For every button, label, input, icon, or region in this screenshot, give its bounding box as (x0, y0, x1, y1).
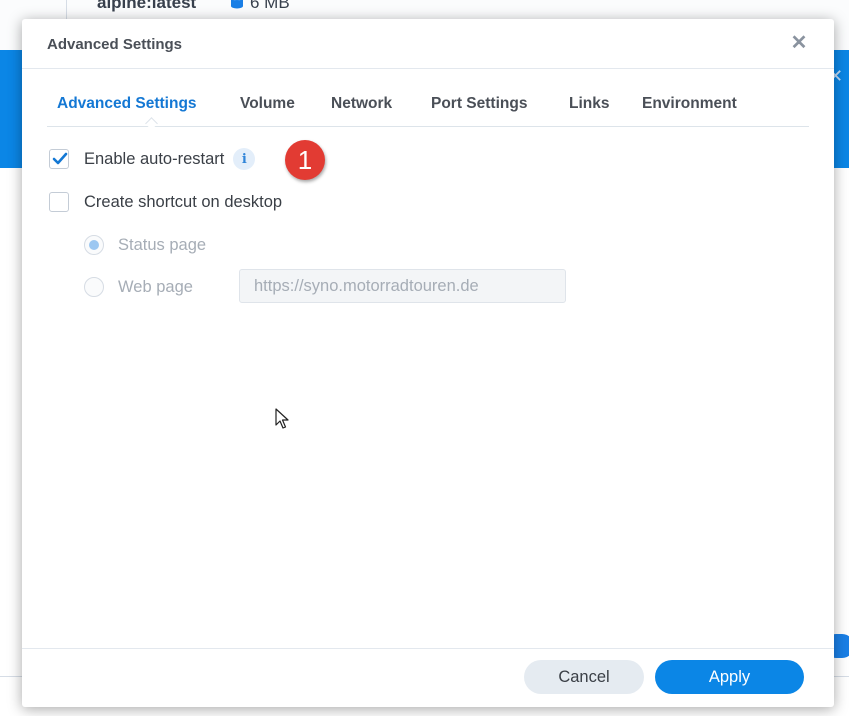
background-image-name: alpine:latest (97, 0, 197, 12)
tab-environment[interactable]: Environment (642, 95, 737, 113)
tab-network[interactable]: Network (331, 95, 392, 113)
checkmark-icon (52, 152, 68, 165)
advanced-settings-dialog: Advanced Settings ✕ Advanced Settings Vo… (22, 19, 834, 707)
auto-restart-option: Enable auto-restart i (49, 147, 256, 171)
apply-button[interactable]: Apply (655, 660, 804, 694)
desktop-shortcut-label[interactable]: Create shortcut on desktop (84, 193, 282, 212)
web-page-option: Web page (84, 275, 193, 299)
auto-restart-checkbox[interactable] (49, 149, 69, 169)
auto-restart-label[interactable]: Enable auto-restart (84, 150, 224, 169)
web-page-radio[interactable] (84, 277, 104, 297)
tab-bar: Advanced Settings Volume Network Port Se… (47, 92, 809, 130)
dialog-title: Advanced Settings (47, 36, 183, 53)
web-page-url-input[interactable] (239, 269, 566, 303)
desktop-shortcut-option: Create shortcut on desktop (49, 190, 282, 214)
active-tab-indicator (145, 117, 158, 130)
dialog-footer: Cancel Apply (22, 648, 834, 708)
close-icon[interactable]: ✕ (788, 32, 810, 54)
cancel-button[interactable]: Cancel (524, 660, 644, 694)
tab-links[interactable]: Links (569, 95, 609, 113)
background-image-size: 6 MB (250, 0, 290, 12)
tab-advanced-settings[interactable]: Advanced Settings (57, 95, 197, 113)
desktop-shortcut-checkbox[interactable] (49, 192, 69, 212)
database-icon (231, 0, 243, 9)
status-page-radio[interactable] (84, 235, 104, 255)
mouse-cursor-icon (275, 408, 289, 429)
tab-volume[interactable]: Volume (240, 95, 295, 113)
info-icon[interactable]: i (233, 148, 256, 170)
status-page-label: Status page (118, 235, 207, 254)
dialog-header: Advanced Settings ✕ (22, 19, 834, 69)
web-page-label: Web page (118, 277, 193, 296)
tab-port-settings[interactable]: Port Settings (431, 95, 527, 113)
annotation-badge: 1 (285, 140, 325, 180)
status-page-option: Status page (84, 233, 206, 257)
